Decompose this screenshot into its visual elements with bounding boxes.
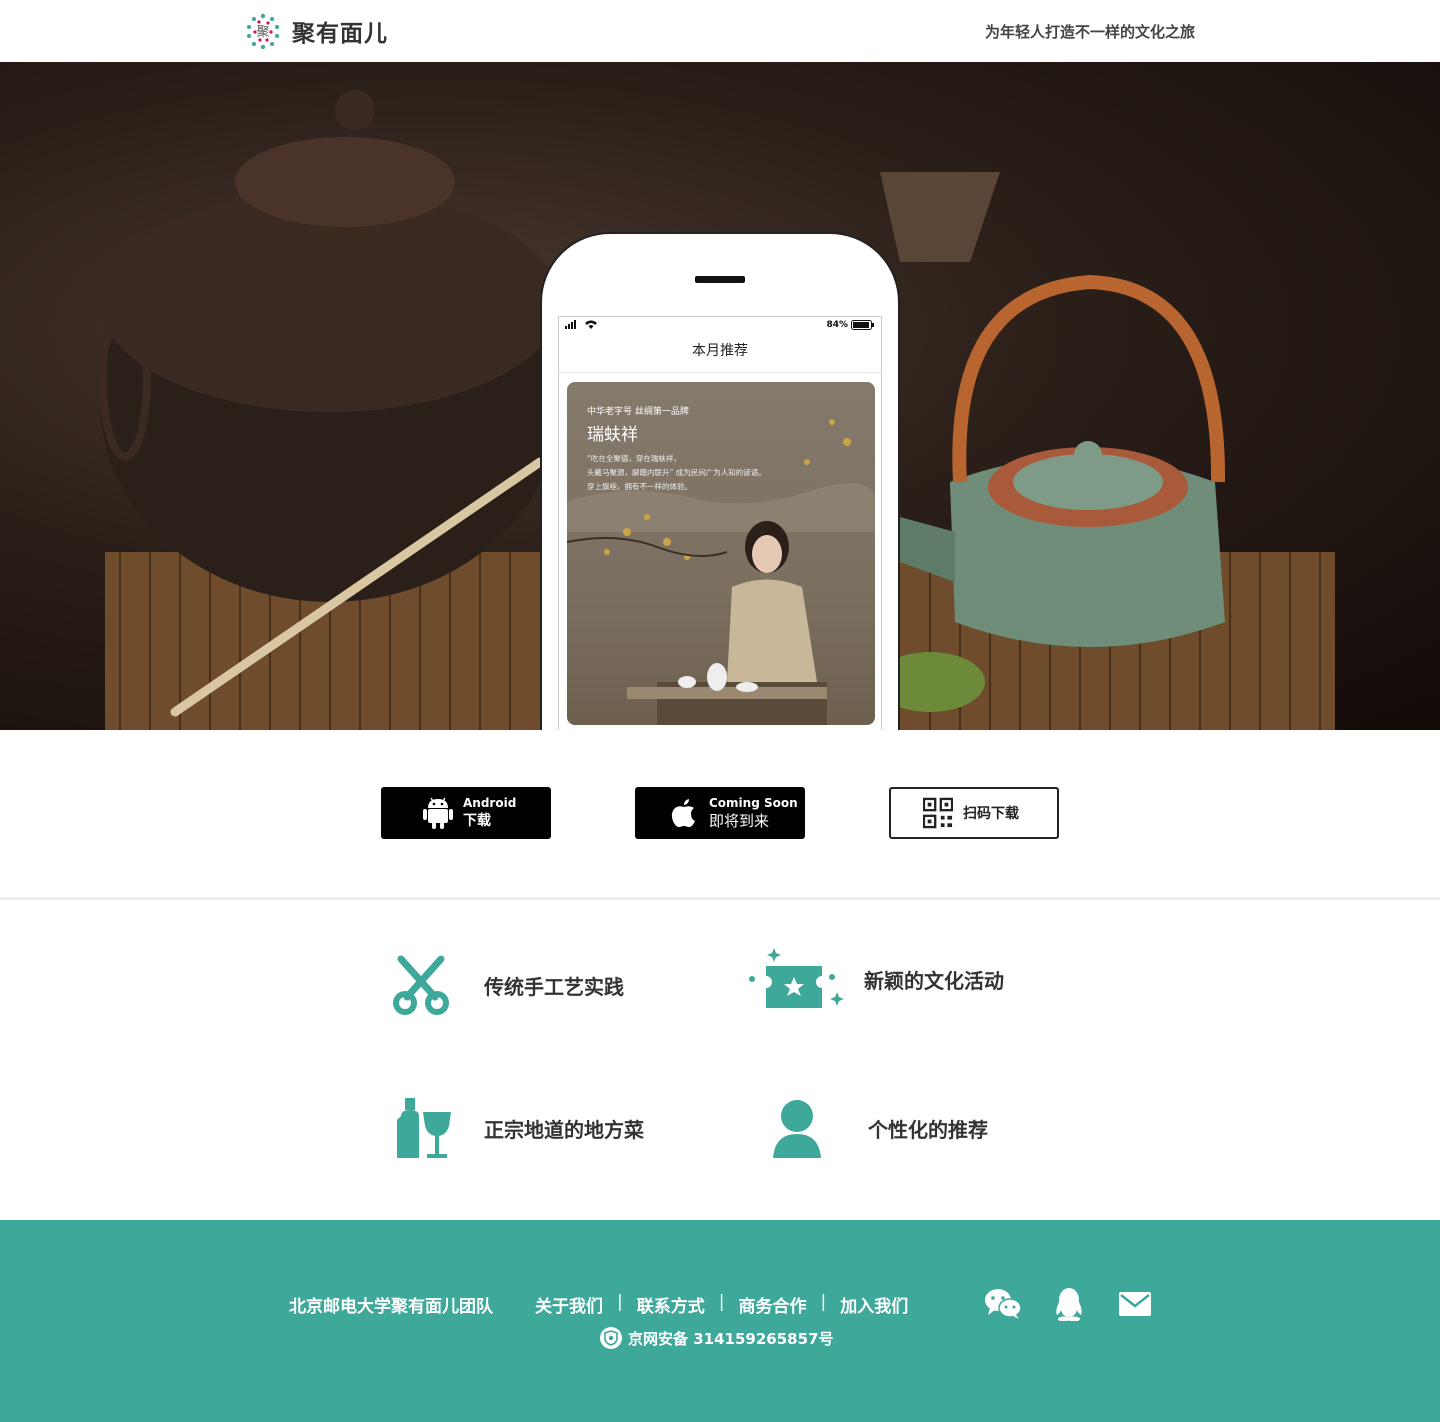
card-subtitle: 中华老字号 丝绸第一品牌 (587, 407, 689, 417)
svg-text:聚: 聚 (256, 25, 269, 40)
icp-text: 京网安备 314159265857号 (628, 1329, 834, 1348)
logo-icon: 聚 (247, 13, 279, 50)
recommendation-card[interactable]: 中华老字号 丝绸第一品牌 瑞蚨祥 “吃在全聚德，穿在瑞蚨祥， 头戴马聚源，脚踏内… (567, 382, 875, 725)
footer-link-about[interactable]: 关于我们 (535, 1292, 603, 1317)
ticket-star-icon (744, 944, 844, 1014)
footer-team-name: 北京邮电大学聚有面儿团队 (289, 1297, 493, 1317)
download-section: Android 下载 Coming Soon 即将到来 扫码下载 (0, 730, 1440, 898)
apple-icon (669, 796, 699, 830)
header-slogan: 为年轻人打造不一样的文化之旅 (984, 23, 1195, 41)
phone-mockup: 84% 本月推荐 中华老字号 丝绸第一品牌 瑞蚨祥 “吃在全聚德，穿在瑞蚨祥， … (540, 232, 900, 730)
mail-icon[interactable] (1115, 1284, 1155, 1324)
footer-link-join[interactable]: 加入我们 (840, 1292, 908, 1317)
feature-crafts: 传统手工艺实践 (386, 950, 624, 1020)
status-bar: 84% (559, 317, 881, 333)
ios-label: Coming Soon (709, 796, 798, 810)
signal-wifi-icon (565, 319, 601, 332)
footer-links: 关于我们 | 联系方式 | 商务合作 | 加入我们 (535, 1292, 908, 1317)
android-label: Android (463, 796, 517, 810)
footer-separator: | (617, 1292, 623, 1312)
card-title: 瑞蚨祥 (587, 425, 638, 445)
android-sub-label: 下载 (463, 813, 491, 829)
feature-activities: 新颖的文化活动 (744, 944, 1004, 1014)
android-download-button[interactable]: Android 下载 (381, 787, 551, 839)
police-badge-icon (600, 1327, 622, 1349)
phone-speaker (695, 276, 745, 283)
android-icon (423, 796, 453, 830)
feature-label: 新颖的文化活动 (864, 968, 1004, 993)
ios-sub-label: 即将到来 (709, 812, 770, 830)
footer-link-contact[interactable]: 联系方式 (637, 1292, 705, 1317)
scissors-icon (386, 950, 456, 1020)
qr-code-icon (923, 796, 953, 830)
section-divider (0, 897, 1440, 900)
qr-label: 扫码下载 (963, 806, 1019, 822)
feature-label: 传统手工艺实践 (484, 974, 624, 999)
icp-record[interactable]: 京网安备 314159265857号 (600, 1327, 833, 1349)
feature-recommendation: 个性化的推荐 (760, 1093, 988, 1163)
wechat-icon[interactable] (983, 1284, 1023, 1324)
qq-icon[interactable] (1049, 1284, 1089, 1324)
bottle-glass-icon (386, 1093, 456, 1163)
brand-name: 聚有面儿 (292, 21, 388, 47)
brand-logo[interactable]: 聚 聚有面儿 (244, 12, 388, 50)
feature-label: 正宗地道的地方菜 (484, 1117, 644, 1142)
feature-label: 个性化的推荐 (868, 1117, 988, 1142)
battery-icon (851, 320, 874, 330)
footer-separator: | (820, 1292, 827, 1312)
hero-banner: 84% 本月推荐 中华老字号 丝绸第一品牌 瑞蚨祥 “吃在全聚德，穿在瑞蚨祥， … (0, 62, 1440, 730)
card-description: “吃在全聚德，穿在瑞蚨祥， 头戴马聚源，脚踏内联升” 成为民间广为人知的谚语。 … (587, 454, 766, 491)
qr-download-button[interactable]: 扫码下载 (889, 787, 1059, 839)
feature-cuisine: 正宗地道的地方菜 (386, 1093, 644, 1163)
screen-title: 本月推荐 (559, 333, 881, 373)
site-header: 聚 聚有面儿 为年轻人打造不一样的文化之旅 (0, 0, 1440, 62)
ios-download-button[interactable]: Coming Soon 即将到来 (635, 787, 805, 839)
phone-screen: 84% 本月推荐 中华老字号 丝绸第一品牌 瑞蚨祥 “吃在全聚德，穿在瑞蚨祥， … (558, 316, 882, 730)
site-footer: 北京邮电大学聚有面儿团队 关于我们 | 联系方式 | 商务合作 | 加入我们 京… (0, 1220, 1440, 1422)
battery-text: 84% (826, 320, 848, 330)
user-icon (760, 1093, 830, 1163)
footer-separator: | (718, 1292, 725, 1312)
social-icons (983, 1284, 1181, 1324)
footer-link-business[interactable]: 商务合作 (738, 1292, 806, 1317)
